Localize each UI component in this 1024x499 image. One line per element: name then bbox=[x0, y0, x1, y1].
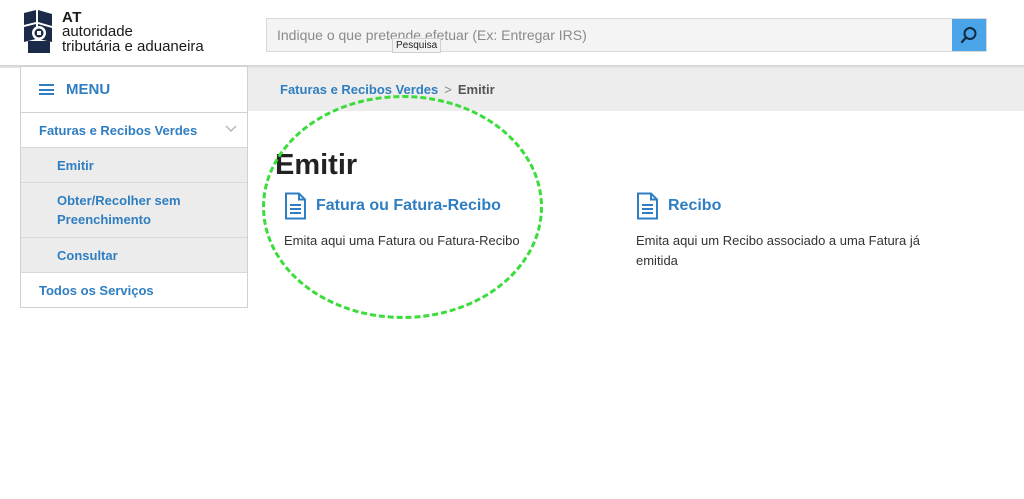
sidebar-item-label: Faturas e Recibos Verdes bbox=[39, 122, 198, 138]
breadcrumb: Faturas e Recibos Verdes > Emitir bbox=[280, 82, 495, 97]
page-title: Emitir bbox=[275, 149, 358, 181]
sidebar-menu: MENU Faturas e Recibos Verdes Emitir Obt… bbox=[20, 66, 248, 308]
sidebar-item-label: Todos os Serviços bbox=[39, 283, 154, 298]
document-icon bbox=[285, 192, 306, 220]
breadcrumb-parent-link[interactable]: Faturas e Recibos Verdes bbox=[280, 82, 438, 97]
sidebar-item-consultar[interactable]: Consultar bbox=[21, 238, 247, 273]
sidebar-item-emitir[interactable]: Emitir bbox=[21, 148, 247, 183]
sidebar-item-faturas-recibos-verdes[interactable]: Faturas e Recibos Verdes bbox=[21, 113, 247, 148]
search-icon bbox=[960, 27, 977, 44]
card-recibo: Recibo Emita aqui um Recibo associado a … bbox=[636, 192, 946, 271]
breadcrumb-current: Emitir bbox=[457, 82, 495, 97]
logo-line-autoridade: autoridade bbox=[62, 23, 133, 40]
chevron-down-icon bbox=[225, 125, 237, 132]
sidebar-item-label: Obter/Recolher sem Preenchimento bbox=[57, 193, 181, 227]
document-icon bbox=[637, 192, 658, 220]
card-title-text: Fatura ou Fatura-Recibo bbox=[316, 197, 501, 214]
card-description: Emita aqui um Recibo associado a uma Fat… bbox=[636, 233, 920, 268]
card-fatura-ou-fatura-recibo: Fatura ou Fatura-Recibo Emita aqui uma F… bbox=[284, 192, 604, 251]
logo-line-tributaria: tributária e aduaneira bbox=[62, 38, 204, 55]
search-tooltip: Pesquisa bbox=[392, 38, 442, 53]
sidebar-item-obter-recolher[interactable]: Obter/Recolher sem Preenchimento bbox=[21, 183, 247, 238]
menu-toggle[interactable]: MENU bbox=[21, 67, 247, 113]
card-title-link[interactable]: Recibo bbox=[636, 192, 946, 220]
sidebar-item-todos-os-servicos[interactable]: Todos os Serviços bbox=[21, 273, 247, 308]
hamburger-icon bbox=[39, 84, 54, 95]
at-logo-emblem-icon bbox=[22, 9, 56, 55]
sidebar-item-label: Consultar bbox=[57, 247, 118, 263]
sidebar-item-label: Emitir bbox=[57, 157, 94, 173]
menu-label: MENU bbox=[66, 81, 111, 98]
breadcrumb-separator: > bbox=[444, 82, 452, 97]
card-title-link[interactable]: Fatura ou Fatura-Recibo bbox=[284, 192, 604, 220]
header: AT autoridade tributária e aduaneira Pes… bbox=[0, 0, 1024, 66]
breadcrumb-bar: Faturas e Recibos Verdes > Emitir bbox=[248, 68, 1024, 111]
card-description: Emita aqui uma Fatura ou Fatura-Recibo bbox=[284, 233, 520, 248]
search-bar bbox=[266, 18, 987, 52]
search-input[interactable] bbox=[267, 19, 953, 51]
logo-text: AT autoridade tributária e aduaneira bbox=[62, 10, 204, 55]
search-button[interactable] bbox=[952, 19, 986, 51]
card-title-text: Recibo bbox=[668, 197, 722, 214]
at-logo[interactable]: AT autoridade tributária e aduaneira bbox=[22, 9, 212, 59]
